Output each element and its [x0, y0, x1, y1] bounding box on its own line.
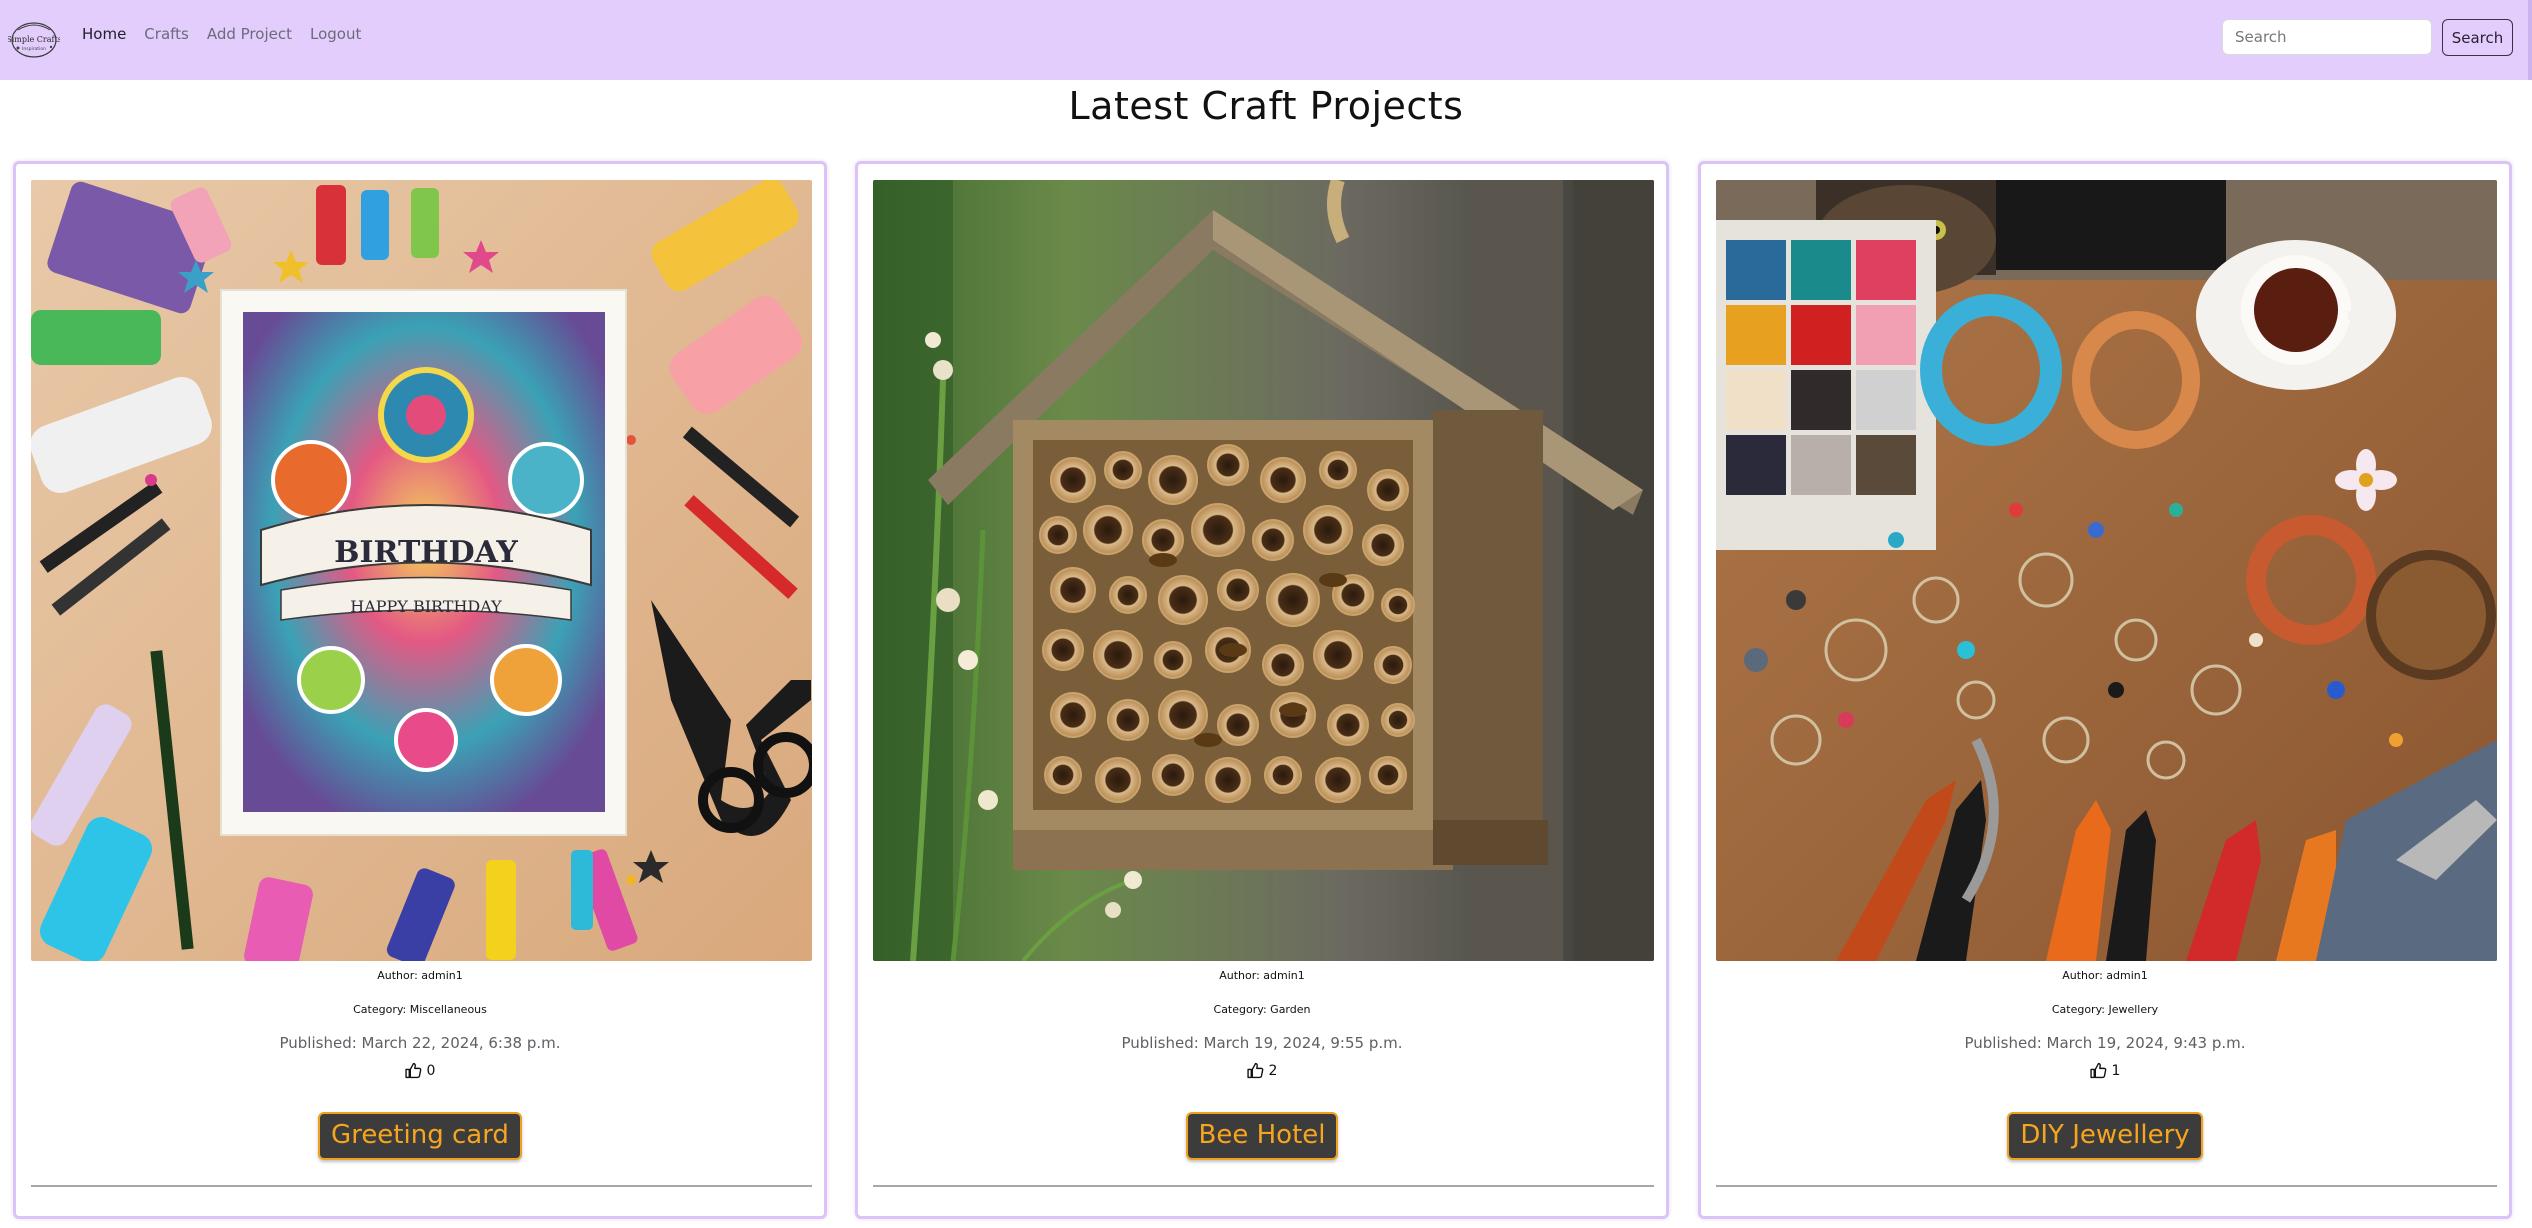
card-divider	[1716, 1185, 2497, 1187]
project-title-button[interactable]: Bee Hotel	[1185, 1112, 1339, 1160]
project-card-bee-hotel: Author: admin1 Category: Garden Publishe…	[855, 161, 1669, 1219]
category-label: Category: Jewellery	[2051, 1003, 2159, 1016]
author-label: Author: admin1	[2062, 969, 2148, 982]
svg-text:BIRTHDAY: BIRTHDAY	[334, 535, 518, 570]
project-title-button[interactable]: Greeting card	[318, 1112, 522, 1160]
published-date: Published: March 19, 2024, 9:43 p.m.	[1964, 1034, 2246, 1052]
published-date: Published: March 19, 2024, 9:55 p.m.	[1121, 1034, 1403, 1052]
category-label: Category: Garden	[1213, 1003, 1311, 1016]
svg-text:HAPPY BIRTHDAY: HAPPY BIRTHDAY	[350, 597, 502, 616]
like-control[interactable]: 0	[16, 1062, 824, 1079]
like-control[interactable]: 2	[858, 1062, 1666, 1079]
author-label: Author: admin1	[1219, 969, 1305, 982]
thumbs-up-icon[interactable]	[2089, 1062, 2107, 1079]
like-control[interactable]: 1	[1701, 1062, 2509, 1079]
svg-text:Inspiration: Inspiration	[22, 46, 46, 52]
nav-link-crafts[interactable]: Crafts	[144, 25, 189, 43]
published-date: Published: March 22, 2024, 6:38 p.m.	[279, 1034, 561, 1052]
greeting-card-craft-image[interactable]: BIRTHDAY HAPPY BIRTHDAY	[31, 180, 812, 961]
nav-link-logout[interactable]: Logout	[310, 25, 361, 43]
window-edge	[2528, 0, 2532, 80]
like-count: 0	[426, 1062, 436, 1079]
search-input[interactable]	[2222, 19, 2432, 55]
project-card-diy-jewellery: Author: admin1 Category: Jewellery Publi…	[1698, 161, 2512, 1219]
brand-logo[interactable]: Simple Crafts Inspiration	[6, 16, 62, 62]
jewellery-making-image[interactable]	[1716, 180, 2497, 961]
project-card-greeting-card: BIRTHDAY HAPPY BIRTHDAY Author: admin1 C…	[13, 161, 827, 1219]
bee-hotel-image[interactable]	[873, 180, 1654, 961]
author-label: Author: admin1	[377, 969, 463, 982]
like-count: 1	[2111, 1062, 2121, 1079]
card-divider	[31, 1185, 812, 1187]
nav-link-add-project[interactable]: Add Project	[207, 25, 292, 43]
page-title: Latest Craft Projects	[1068, 84, 1464, 128]
card-divider	[873, 1185, 1654, 1187]
thumbs-up-icon[interactable]	[1246, 1062, 1264, 1079]
svg-text:Simple Crafts: Simple Crafts	[8, 35, 60, 44]
navbar: Simple Crafts Inspiration Home Crafts Ad…	[0, 0, 2532, 80]
like-count: 2	[1268, 1062, 1278, 1079]
category-label: Category: Miscellaneous	[353, 1003, 487, 1016]
search-button[interactable]: Search	[2442, 19, 2513, 56]
nav-links: Home Crafts Add Project Logout	[82, 25, 379, 43]
thumbs-up-icon[interactable]	[404, 1062, 422, 1079]
project-title-button[interactable]: DIY Jewellery	[2007, 1112, 2203, 1160]
nav-link-home[interactable]: Home	[82, 25, 126, 43]
